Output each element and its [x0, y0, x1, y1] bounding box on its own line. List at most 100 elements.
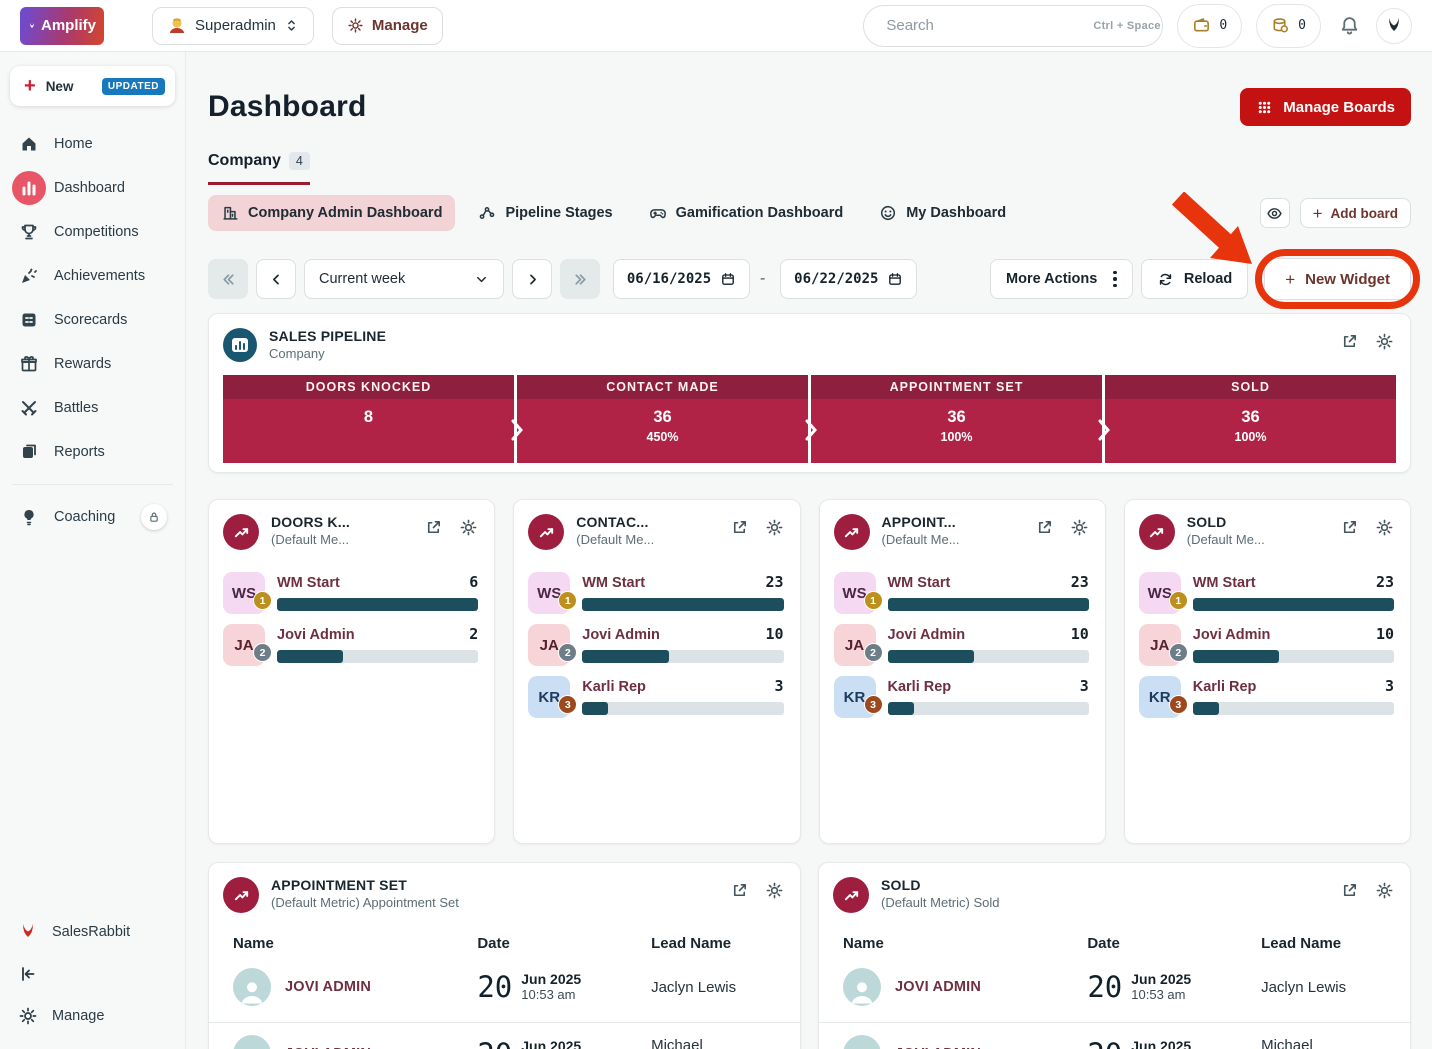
- table-header-row: Name Date Lead Name: [819, 935, 1410, 952]
- person-avatar: [843, 1034, 881, 1049]
- avatar: KR 3: [833, 676, 883, 718]
- widget-subtitle: (Default Me...: [1186, 532, 1265, 547]
- avatar: JA 2: [833, 624, 883, 666]
- gear-icon[interactable]: [765, 881, 784, 900]
- sidebar-item-new[interactable]: + New UPDATED: [10, 66, 175, 106]
- column-header-date: Date: [477, 935, 510, 952]
- gear-icon[interactable]: [765, 518, 784, 537]
- table-row[interactable]: JOVI ADMIN 20 Jun 2025 10:53 am Jaclyn Lew…: [209, 956, 800, 1018]
- manage-boards-button[interactable]: Manage Boards: [1240, 88, 1411, 126]
- expand-icon[interactable]: [730, 518, 749, 537]
- widget-title: APPOINT...: [881, 514, 956, 530]
- wallet-count: 0: [1219, 18, 1228, 33]
- board-tab-label: My Dashboard: [906, 205, 1007, 221]
- reload-button[interactable]: Reload: [1140, 259, 1249, 299]
- sidebar-item-rewards[interactable]: Rewards: [10, 342, 175, 386]
- sidebar-manage-link[interactable]: Manage: [10, 995, 175, 1037]
- table-row[interactable]: JOVI ADMIN 20Jun 202510:53 am Michael Dr…: [209, 1022, 800, 1049]
- visibility-button[interactable]: [1259, 198, 1290, 228]
- smiley-icon: [879, 204, 897, 222]
- start-date-field[interactable]: 06/16/2025: [613, 259, 750, 299]
- widget-title: SOLD: [881, 877, 921, 893]
- table-row[interactable]: JOVI ADMIN 20 Jun 2025 10:53 am Jaclyn Lew…: [819, 956, 1410, 1018]
- row-name: Karli Rep: [582, 679, 646, 695]
- row-month: Jun 2025: [521, 971, 582, 988]
- tokens-counter[interactable]: 0: [1256, 3, 1321, 48]
- manage-button[interactable]: Manage: [331, 6, 443, 45]
- expand-icon[interactable]: [1035, 518, 1054, 537]
- new-widget-button[interactable]: + New Widget: [1264, 258, 1411, 300]
- gear-icon[interactable]: [1375, 518, 1394, 537]
- new-widget-highlight: + New Widget: [1255, 249, 1420, 309]
- more-actions-button[interactable]: More Actions: [990, 259, 1133, 299]
- sidebar-item-reports[interactable]: Reports: [10, 430, 175, 474]
- expand-icon[interactable]: [1340, 881, 1359, 900]
- tab-company[interactable]: Company 4: [208, 152, 310, 185]
- funnel-stage: DOORS KNOCKED 8: [223, 375, 514, 463]
- notifications-button[interactable]: [1339, 15, 1360, 36]
- brand-name: Amplify: [40, 17, 96, 34]
- gear-icon[interactable]: [1375, 881, 1394, 900]
- expand-icon[interactable]: [1340, 332, 1359, 351]
- sidebar-item-label: Rewards: [54, 356, 112, 372]
- board-tab-my-dashboard[interactable]: My Dashboard: [866, 195, 1019, 231]
- row-value: 23: [765, 573, 784, 591]
- search-bar[interactable]: Ctrl + Space: [863, 4, 1164, 47]
- previous-period-button[interactable]: [256, 259, 296, 299]
- row-day: 20: [477, 1037, 512, 1049]
- row-value: 10: [1375, 625, 1394, 643]
- sidebar-item-dashboard[interactable]: Dashboard: [10, 166, 175, 210]
- divider: [12, 484, 173, 485]
- next-period-button[interactable]: [512, 259, 552, 299]
- row-name: WM Start: [887, 575, 951, 591]
- date-range-select[interactable]: Current week: [304, 259, 504, 299]
- salesrabbit-label: SalesRabbit: [52, 924, 131, 940]
- first-period-button[interactable]: [208, 259, 248, 299]
- expand-icon[interactable]: [730, 881, 749, 900]
- main-content: Dashboard Manage Boards Company 4 Compan…: [186, 52, 1432, 1049]
- expand-icon[interactable]: [1340, 518, 1359, 537]
- gear-icon[interactable]: [1375, 332, 1394, 351]
- end-date-field[interactable]: 06/22/2025: [780, 259, 918, 299]
- building-icon: [221, 204, 239, 222]
- row-name: Jovi Admin: [582, 627, 660, 643]
- trend-icon: [528, 514, 565, 550]
- salesrabbit-link[interactable]: SalesRabbit: [10, 911, 175, 953]
- stage-label: CONTACT MADE: [517, 375, 808, 399]
- sidebar-item-label: Scorecards: [54, 312, 128, 328]
- sidebar-item-label: Competitions: [54, 224, 139, 240]
- account-avatar[interactable]: [1376, 7, 1412, 44]
- sidebar-item-scorecards[interactable]: Scorecards: [10, 298, 175, 342]
- add-board-button[interactable]: + Add board: [1299, 198, 1411, 228]
- sidebar-item-achievements[interactable]: Achievements: [10, 254, 175, 298]
- row-name: WM Start: [1192, 575, 1256, 591]
- board-tab-gamification-dashboard[interactable]: Gamification Dashboard: [636, 195, 857, 231]
- sidebar-item-battles[interactable]: Battles: [10, 386, 175, 430]
- wallet-counter[interactable]: 0: [1177, 3, 1243, 48]
- row-name: Karli Rep: [887, 679, 952, 695]
- rank-badge: 2: [253, 643, 272, 662]
- row-value: 10: [1070, 625, 1089, 643]
- table-row[interactable]: JOVI ADMIN 20Jun 202510:53 am Michael Dr…: [819, 1022, 1410, 1049]
- refresh-icon: [1157, 271, 1174, 288]
- gear-icon[interactable]: [459, 518, 478, 537]
- table-header-row: Name Date Lead Name: [209, 935, 800, 952]
- amplify-logo[interactable]: Amplify: [20, 6, 104, 45]
- sidebar-item-coaching[interactable]: Coaching: [10, 495, 175, 539]
- sidebar-nav: Home Dashboard Competitions Achievements…: [10, 122, 175, 539]
- widget-title: CONTAC...: [576, 514, 649, 530]
- search-input[interactable]: [886, 17, 1086, 34]
- gear-icon[interactable]: [1070, 518, 1089, 537]
- expand-icon[interactable]: [424, 518, 443, 537]
- sidebar-item-competitions[interactable]: Competitions: [10, 210, 175, 254]
- leaderboard-row: JA 2 Jovi Admin 10: [1138, 624, 1394, 666]
- start-date-value: 06/16/2025: [626, 271, 712, 287]
- last-period-button[interactable]: [560, 259, 600, 299]
- sidebar-item-home[interactable]: Home: [10, 122, 175, 166]
- collapse-sidebar-button[interactable]: [10, 953, 175, 995]
- date-separator: -: [760, 270, 766, 287]
- user-menu[interactable]: Superadmin: [152, 6, 314, 45]
- board-tab-pipeline-stages[interactable]: Pipeline Stages: [465, 195, 625, 231]
- board-tab-company-admin-dashboard[interactable]: Company Admin Dashboard: [208, 195, 456, 231]
- stage-value: 36: [653, 408, 672, 426]
